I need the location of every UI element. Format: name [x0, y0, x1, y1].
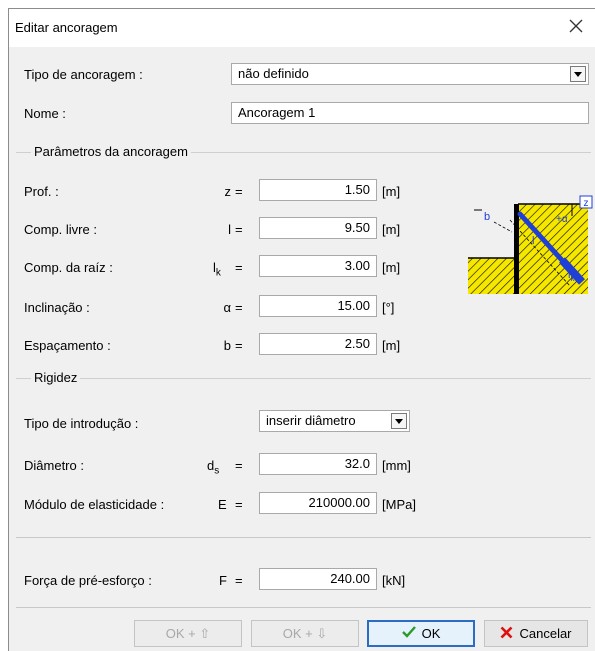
edit-anchor-dialog: Editar ancoragem Tipo de ancoragem : não… — [8, 8, 595, 651]
param-equals: = — [235, 300, 243, 315]
anchor-diagram: z b l +α lk — [462, 192, 594, 304]
rigidity-group-border — [16, 378, 591, 379]
param-symbol: l — [228, 222, 231, 237]
close-icon[interactable] — [565, 15, 587, 37]
diagram-l-label: l — [532, 235, 534, 247]
intro-type-value: inserir diâmetro — [266, 413, 356, 428]
param-unit: [m] — [382, 222, 401, 237]
diameter-input[interactable]: 32.0 — [259, 453, 377, 475]
diagram-z-label: z — [584, 198, 589, 209]
dialog-title: Editar ancoragem — [15, 20, 118, 35]
param-unit: [m] — [382, 338, 401, 353]
param-equals: = — [235, 184, 243, 199]
diagram-alpha-label: +α — [556, 214, 568, 225]
prestress-label: Força de pré-esforço : — [24, 573, 152, 588]
root-length-input[interactable]: 3.00 — [259, 255, 377, 277]
params-group-title: Parâmetros da ancoragem — [31, 144, 191, 159]
param-unit: [m] — [382, 260, 401, 275]
diameter-equals: = — [235, 458, 243, 473]
diameter-label: Diâmetro : — [24, 458, 84, 473]
chevron-down-icon[interactable] — [570, 66, 586, 82]
param-symbol: lk — [213, 260, 221, 279]
soil-left — [468, 258, 516, 294]
param-label: Comp. livre : — [24, 222, 97, 237]
elastic-modulus-equals: = — [235, 497, 243, 512]
free-length-input[interactable]: 9.50 — [259, 217, 377, 239]
close-icon — [500, 626, 513, 642]
anchor-type-label: Tipo de ancoragem : — [24, 67, 143, 82]
anchor-type-select[interactable]: não definido — [231, 63, 589, 85]
param-unit: [°] — [382, 300, 395, 315]
spacing-input[interactable]: 2.50 — [259, 333, 377, 355]
title-bar: Editar ancoragem — [9, 9, 595, 47]
param-symbol: α — [223, 300, 231, 315]
ok-button-label: OK — [421, 626, 441, 641]
ok-next-button[interactable]: OK + ⇩ — [251, 620, 359, 647]
ok-button[interactable]: OK — [367, 620, 475, 647]
elastic-modulus-input[interactable]: 210000.00 — [259, 492, 377, 514]
param-symbol: z — [224, 184, 232, 199]
rigidity-group-title: Rigidez — [31, 370, 81, 385]
intro-type-select[interactable]: inserir diâmetro — [259, 410, 410, 432]
param-symbol: b — [223, 338, 231, 353]
cancel-button-label: Cancelar — [519, 626, 572, 641]
name-label: Nome : — [24, 106, 66, 121]
diameter-unit: [mm] — [382, 458, 411, 473]
check-icon — [401, 626, 416, 641]
button-separator — [16, 607, 591, 608]
wall — [514, 204, 519, 294]
param-label: Inclinação : — [24, 300, 90, 315]
prestress-symbol: F — [219, 573, 227, 588]
param-equals: = — [235, 260, 243, 275]
separator — [16, 537, 591, 538]
elastic-modulus-label: Módulo de elasticidade : — [24, 497, 165, 512]
depth-input[interactable]: 1.50 — [259, 179, 377, 201]
diagram-b-label: b — [484, 211, 490, 223]
param-unit: [m] — [382, 184, 401, 199]
param-equals: = — [235, 338, 243, 353]
inclination-input[interactable]: 15.00 — [259, 295, 377, 317]
ok-previous-button[interactable]: OK + ⇧ — [134, 620, 242, 647]
cancel-button[interactable]: Cancelar — [484, 620, 588, 647]
anchor-type-value: não definido — [238, 66, 309, 81]
name-input[interactable]: Ancoragem 1 — [231, 102, 589, 124]
diameter-symbol: ds — [207, 458, 220, 477]
intro-type-label: Tipo de introdução : — [24, 416, 139, 431]
prestress-input[interactable]: 240.00 — [259, 568, 377, 590]
param-label: Prof. : — [24, 184, 59, 199]
param-label: Espaçamento : — [24, 338, 111, 353]
param-label: Comp. da raíz : — [24, 260, 113, 275]
elastic-modulus-symbol: E — [218, 497, 227, 512]
prestress-equals: = — [235, 573, 243, 588]
prestress-unit: [kN] — [382, 573, 406, 588]
chevron-down-icon[interactable] — [391, 413, 407, 429]
elastic-modulus-unit: [MPa] — [382, 497, 416, 512]
param-equals: = — [235, 222, 243, 237]
